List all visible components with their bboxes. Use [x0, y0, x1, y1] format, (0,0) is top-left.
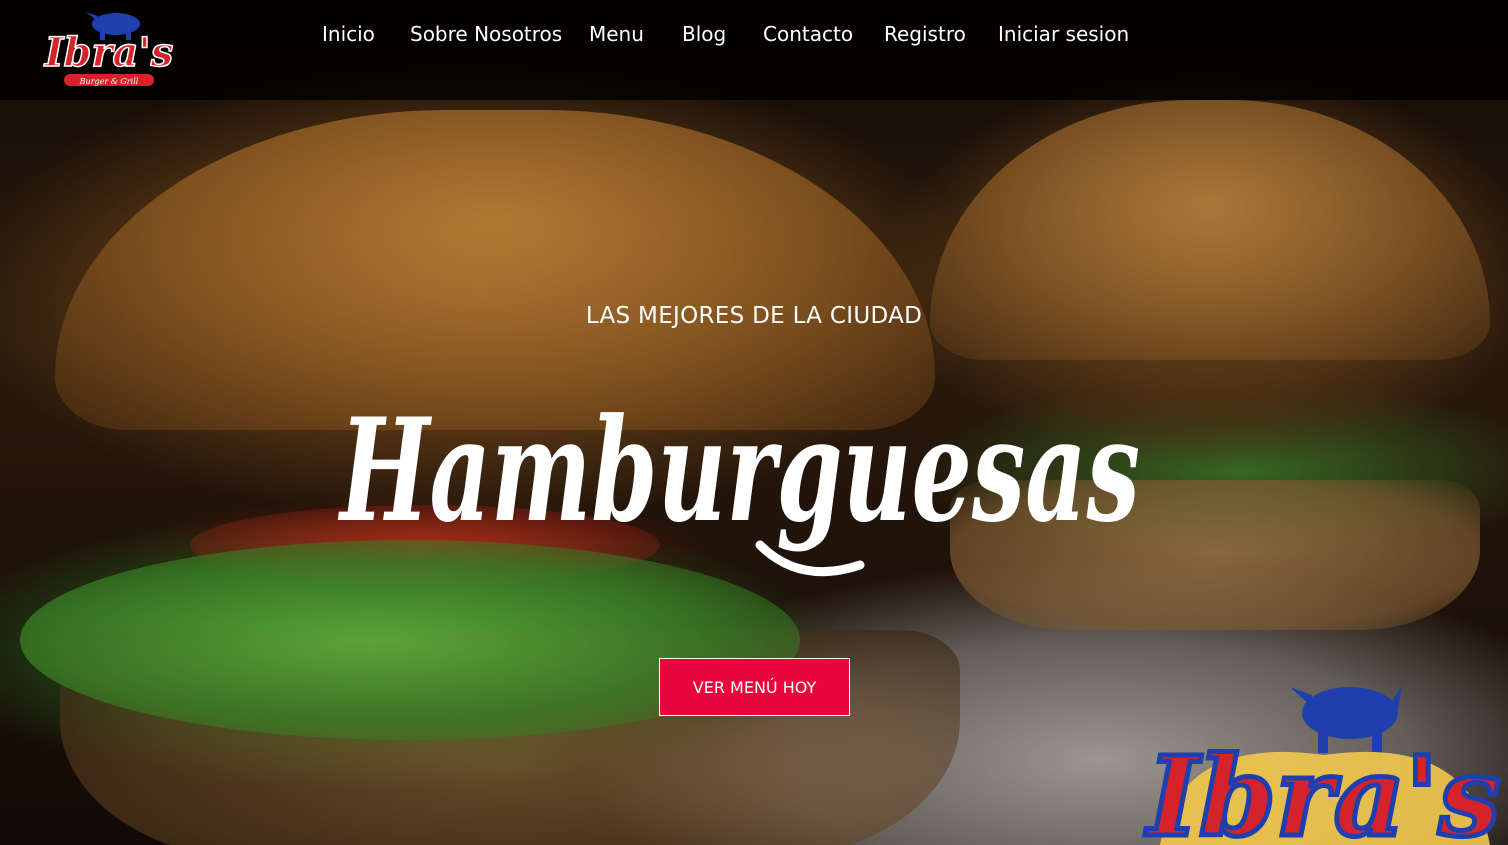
nav-link-contacto[interactable]: Contacto [763, 22, 853, 46]
nav-link-registro[interactable]: Registro [884, 22, 966, 46]
brand-logo-large-wordmark: Ibra's [1144, 732, 1500, 845]
hero-title: Hamburguesas [337, 388, 1140, 577]
nav-link-menu[interactable]: Menu [589, 22, 644, 46]
top-navbar: Ibra's Burger & Grill Inicio Sobre Nosot… [0, 0, 1508, 100]
nav-link-sobre-nosotros[interactable]: Sobre Nosotros [410, 22, 562, 46]
nav-link-blog[interactable]: Blog [682, 22, 726, 46]
view-menu-button[interactable]: VER MENÚ HOY [659, 658, 850, 716]
hero-title-text: Hamburguesas [337, 388, 1140, 554]
brand-logo[interactable]: Ibra's Burger & Grill [34, 8, 184, 92]
brand-tagline: Burger & Grill [79, 77, 139, 86]
brand-logo-large: Ibra's [1142, 685, 1503, 845]
nav-link-inicio[interactable]: Inicio [322, 22, 375, 46]
nav-link-iniciar-sesion[interactable]: Iniciar sesion [998, 22, 1129, 46]
brand-wordmark: Ibra's [44, 29, 173, 76]
hero-subtitle: LAS MEJORES DE LA CIUDAD [585, 303, 923, 329]
